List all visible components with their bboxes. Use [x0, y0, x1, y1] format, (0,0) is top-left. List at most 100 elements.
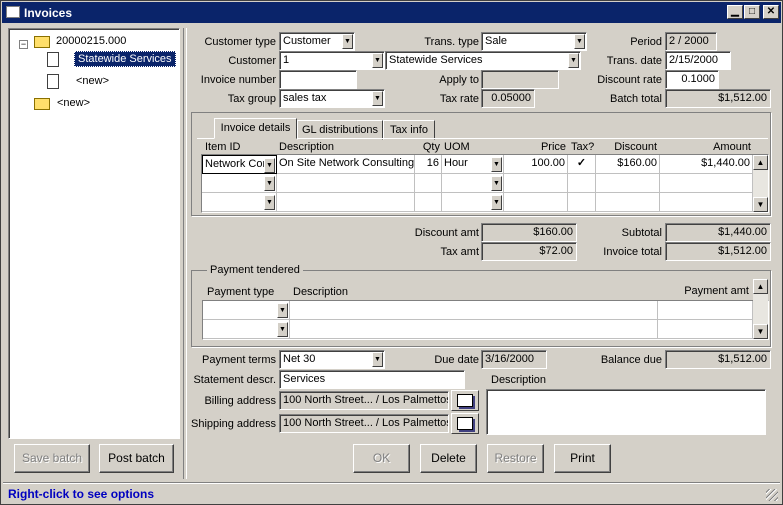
shipping-address-field: 100 North Street... / Los Palmettos	[279, 414, 449, 433]
invoice-total-field: $1,512.00	[665, 242, 771, 261]
balance-due-field: $1,512.00	[665, 350, 771, 369]
billing-address-button[interactable]	[451, 390, 479, 411]
chevron-down-icon[interactable]: ▼	[277, 322, 288, 337]
payment-scrollbar[interactable]: ▲ ▼	[753, 279, 768, 339]
item-id-value: Network Con	[205, 158, 269, 170]
tree-new-batch-item[interactable]: <new>	[57, 97, 90, 109]
item-id-cell[interactable]: Network Con ▼	[202, 155, 277, 174]
restore-button[interactable]: Restore	[487, 444, 544, 473]
chevron-down-icon[interactable]: ▼	[491, 195, 502, 210]
tree-new-invoice-item[interactable]: <new>	[76, 75, 109, 87]
item-id-cell[interactable]: ▼	[202, 193, 277, 212]
chevron-down-icon[interactable]: ▼	[491, 176, 502, 191]
save-batch-button[interactable]: Save batch	[14, 444, 90, 473]
discount-cell[interactable]	[596, 193, 660, 212]
price-cell[interactable]: 100.00	[504, 155, 568, 174]
minimize-button[interactable]: ▁	[727, 5, 743, 19]
payment-type-cell[interactable]: ▼	[203, 301, 290, 320]
customer-type-select[interactable]: Customer ▼	[279, 32, 355, 51]
qty-cell[interactable]	[415, 174, 442, 193]
maximize-button[interactable]: □	[744, 5, 760, 19]
tab-gl-distributions[interactable]: GL distributions	[297, 120, 383, 140]
col-amount: Amount	[713, 141, 751, 153]
payment-amt-cell[interactable]	[658, 320, 753, 339]
description-cell[interactable]: On Site Network Consulting	[277, 155, 415, 174]
chevron-down-icon[interactable]: ▼	[277, 303, 288, 318]
trans-type-label: Trans. type	[424, 36, 479, 48]
description-textarea[interactable]	[486, 389, 766, 435]
scroll-up-icon[interactable]: ▲	[753, 279, 768, 294]
price-cell[interactable]	[504, 174, 568, 193]
window-title: Invoices	[24, 6, 73, 20]
chevron-down-icon[interactable]: ▼	[491, 157, 502, 172]
scroll-down-icon[interactable]: ▼	[753, 324, 768, 339]
tax-checkbox-cell[interactable]: ✓	[568, 155, 596, 174]
chevron-down-icon[interactable]: ▼	[264, 158, 275, 173]
line-items-scrollbar[interactable]: ▲ ▼	[753, 155, 768, 212]
tax-group-select[interactable]: sales tax ▼	[279, 89, 385, 108]
tax-rate-label: Tax rate	[439, 93, 479, 105]
delete-button[interactable]: Delete	[420, 444, 477, 473]
close-button[interactable]: ✕	[763, 5, 779, 19]
trans-type-select[interactable]: Sale ▼	[481, 32, 587, 51]
payment-amt-cell[interactable]	[658, 301, 753, 320]
post-batch-button[interactable]: Post batch	[99, 444, 174, 473]
tab-invoice-details[interactable]: Invoice details	[214, 118, 297, 139]
item-id-cell[interactable]: ▼	[202, 174, 277, 193]
payment-description-cell[interactable]	[290, 301, 658, 320]
folder-icon	[34, 98, 50, 110]
payment-grid[interactable]: ▼ ▼ ▲ ▼	[202, 279, 769, 340]
chevron-down-icon[interactable]: ▼	[264, 195, 275, 210]
discount-cell[interactable]	[596, 174, 660, 193]
statement-descr-field[interactable]: Services	[279, 370, 465, 389]
chevron-down-icon[interactable]: ▼	[568, 53, 579, 68]
discount-cell[interactable]: $160.00	[596, 155, 660, 174]
uom-cell[interactable]: Hour ▼	[442, 155, 504, 174]
payment-type-cell[interactable]: ▼	[203, 320, 290, 339]
payment-terms-select[interactable]: Net 30 ▼	[279, 350, 385, 369]
chevron-down-icon[interactable]: ▼	[372, 53, 383, 68]
chevron-down-icon[interactable]: ▼	[372, 352, 383, 367]
shipping-address-button[interactable]	[451, 413, 479, 434]
tree-invoice-item[interactable]: Statewide Services	[74, 51, 176, 67]
customer-name-select[interactable]: Statewide Services ▼	[385, 51, 581, 70]
scroll-down-icon[interactable]: ▼	[753, 197, 768, 212]
chevron-down-icon[interactable]: ▼	[342, 34, 353, 49]
col-qty: Qty	[422, 141, 440, 153]
print-button[interactable]: Print	[554, 444, 611, 473]
description-cell[interactable]	[277, 174, 415, 193]
collapse-toggle-icon[interactable]: −	[19, 40, 28, 49]
tree-batch-item[interactable]: 20000215.000	[56, 35, 126, 47]
description-cell[interactable]	[277, 193, 415, 212]
trans-date-label: Trans. date	[606, 55, 662, 67]
batch-tree[interactable]: − 20000215.000 Statewide Services <new> …	[8, 28, 180, 439]
tax-checkbox-cell[interactable]	[568, 193, 596, 212]
customer-type-value: Customer	[283, 35, 331, 47]
tab-tax-info[interactable]: Tax info	[383, 120, 435, 140]
uom-cell[interactable]: ▼	[442, 174, 504, 193]
ok-button[interactable]: OK	[353, 444, 410, 473]
address-book-icon	[457, 417, 473, 430]
payment-description-cell[interactable]	[290, 320, 658, 339]
invoices-window: Invoices ▁ □ ✕ − 20000215.000 Statewide …	[0, 0, 783, 505]
uom-cell[interactable]: ▼	[442, 193, 504, 212]
discount-rate-field[interactable]: 0.1000	[665, 70, 719, 89]
line-items-grid[interactable]: Network Con ▼ On Site Network Consulting …	[201, 154, 769, 213]
scroll-up-icon[interactable]: ▲	[753, 155, 768, 170]
price-cell[interactable]	[504, 193, 568, 212]
tax-checkbox-cell[interactable]	[568, 174, 596, 193]
chevron-down-icon[interactable]: ▼	[264, 176, 275, 191]
amount-cell[interactable]: $1,440.00	[660, 155, 753, 174]
qty-cell[interactable]: 16	[415, 155, 442, 174]
invoice-number-field[interactable]	[279, 70, 357, 89]
amount-cell[interactable]	[660, 174, 753, 193]
resize-grip-icon[interactable]	[766, 489, 778, 501]
trans-date-field[interactable]: 2/15/2000	[665, 51, 731, 70]
trans-type-value: Sale	[485, 35, 508, 47]
qty-cell[interactable]	[415, 193, 442, 212]
chevron-down-icon[interactable]: ▼	[574, 34, 585, 49]
amount-cell[interactable]	[660, 193, 753, 212]
tax-group-label: Tax group	[227, 93, 276, 105]
customer-id-select[interactable]: 1 ▼	[279, 51, 385, 70]
splitter[interactable]	[183, 28, 187, 479]
